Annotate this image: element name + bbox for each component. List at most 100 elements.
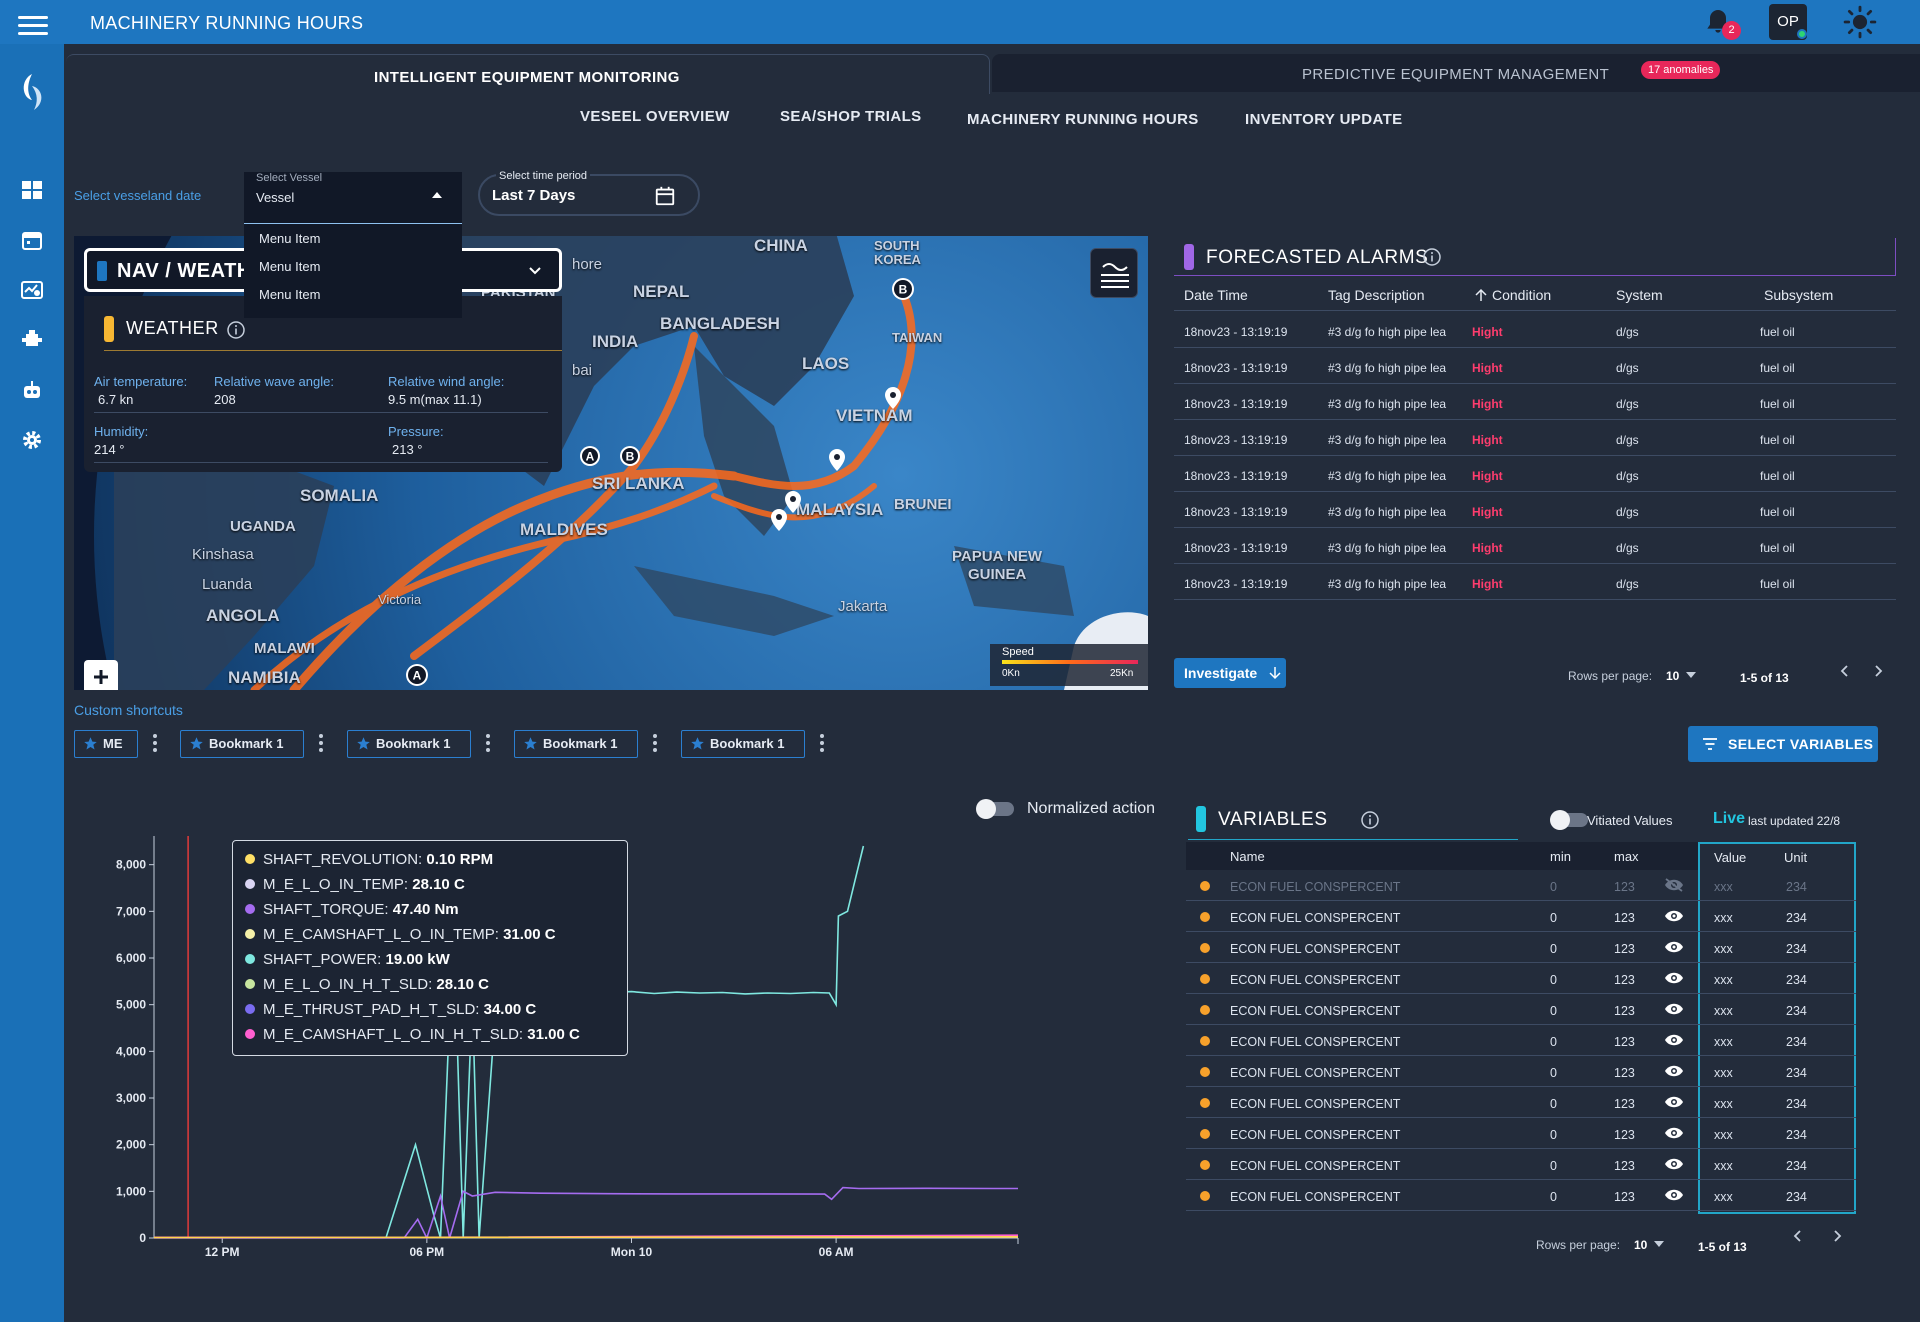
more-options-icon[interactable] (485, 734, 491, 754)
location-pin-icon[interactable] (884, 386, 902, 410)
column-header-name[interactable]: Name (1230, 849, 1265, 864)
tab-intelligent-equipment-monitoring[interactable]: INTELLIGENT EQUIPMENT MONITORING (66, 54, 990, 94)
tab-predictive-equipment-management[interactable]: PREDICTIVE EQUIPMENT MANAGEMENT (992, 54, 1920, 92)
eye-icon[interactable] (1664, 940, 1684, 954)
robot-icon[interactable] (20, 378, 44, 402)
eye-icon[interactable] (1664, 1033, 1684, 1047)
menu-item[interactable]: Menu Item (244, 226, 462, 252)
subnav-vessel-overview[interactable]: VESEEL OVERVIEW (580, 108, 730, 125)
subnav-sea-shop-trials[interactable]: SEA/SHOP TRIALS (780, 108, 922, 125)
table-row[interactable]: ECON FUEL CONSPERCENT 0 123 xxx 234 (1186, 1087, 1856, 1118)
table-row[interactable]: 18nov23 - 13:19:19 #3 d/g fo high pipe le… (1174, 312, 1896, 348)
eye-icon[interactable] (1664, 971, 1684, 985)
route-marker-a[interactable]: A (578, 444, 602, 468)
zoom-in-button[interactable] (84, 660, 118, 690)
table-row[interactable]: ECON FUEL CONSPERCENT 0 123 xxx 234 (1186, 1056, 1856, 1087)
eye-off-icon[interactable] (1664, 878, 1684, 892)
eye-icon[interactable] (1664, 1064, 1684, 1078)
tooltip-series-name: SHAFT_POWER: (263, 951, 382, 968)
table-row[interactable]: ECON FUEL CONSPERCENT 0 123 xxx 234 (1186, 1149, 1856, 1180)
menu-item[interactable]: Menu Item (244, 282, 462, 308)
normalized-action-toggle[interactable] (976, 799, 1014, 819)
info-icon[interactable] (226, 320, 246, 340)
bookmark-button[interactable]: Bookmark 1 (347, 730, 471, 758)
column-header-tag-description[interactable]: Tag Description (1328, 287, 1425, 303)
subnav-inventory-update[interactable]: INVENTORY UPDATE (1245, 111, 1403, 128)
caret-down-icon[interactable] (1654, 1241, 1664, 1249)
table-row[interactable]: ECON FUEL CONSPERCENT 0 123 xxx 234 (1186, 994, 1856, 1025)
settings-icon[interactable] (20, 428, 44, 452)
route-marker-a[interactable]: A (404, 662, 430, 688)
table-row[interactable]: 18nov23 - 13:19:19 #3 d/g fo high pipe le… (1174, 456, 1896, 492)
menu-icon[interactable] (18, 16, 48, 36)
table-row[interactable]: 18nov23 - 13:19:19 #3 d/g fo high pipe le… (1174, 420, 1896, 456)
eye-icon[interactable] (1664, 1126, 1684, 1140)
table-row[interactable]: ECON FUEL CONSPERCENT 0 123 xxx 234 (1186, 963, 1856, 994)
bookmark-button[interactable]: Bookmark 1 (514, 730, 638, 758)
eye-icon[interactable] (1664, 1095, 1684, 1109)
eye-icon[interactable] (1664, 909, 1684, 923)
eye-icon[interactable] (1664, 1157, 1684, 1171)
column-header-value[interactable]: Value (1714, 850, 1746, 865)
rows-per-page-select[interactable]: 10 (1634, 1238, 1647, 1252)
column-header-max[interactable]: max (1614, 849, 1639, 864)
column-header-date-time[interactable]: Date Time (1184, 287, 1248, 303)
rows-per-page-select[interactable]: 10 (1666, 669, 1679, 683)
table-row[interactable]: ECON FUEL CONSPERCENT 0 123 xxx 234 (1186, 1118, 1856, 1149)
more-options-icon[interactable] (819, 734, 825, 754)
chevron-left-icon[interactable] (1837, 663, 1853, 679)
location-pin-icon[interactable] (770, 508, 788, 532)
table-row[interactable]: 18nov23 - 13:19:19 #3 d/g fo high pipe le… (1174, 564, 1896, 600)
investigate-button[interactable]: Investigate (1174, 658, 1286, 688)
more-options-icon[interactable] (318, 734, 324, 754)
table-row[interactable]: 18nov23 - 13:19:19 #3 d/g fo high pipe le… (1174, 348, 1896, 384)
eye-icon[interactable] (1664, 1188, 1684, 1202)
more-options-icon[interactable] (652, 734, 658, 754)
table-row[interactable]: 18nov23 - 13:19:19 #3 d/g fo high pipe le… (1174, 384, 1896, 420)
chevron-right-icon[interactable] (1870, 663, 1886, 679)
info-icon[interactable] (1360, 810, 1380, 830)
time-period-select[interactable]: Select time period Last 7 Days (478, 170, 700, 216)
vitiated-values-toggle[interactable] (1550, 810, 1588, 830)
logo-icon[interactable] (16, 72, 48, 112)
map[interactable]: CHINA SOUTH KOREA hore NEPAL PAKISTAN IN… (74, 236, 1148, 690)
wave-layer-button[interactable] (1090, 248, 1138, 298)
location-pin-icon[interactable] (828, 448, 846, 472)
column-header-system[interactable]: System (1616, 287, 1663, 303)
table-row[interactable]: 18nov23 - 13:19:19 #3 d/g fo high pipe le… (1174, 492, 1896, 528)
tooltip-row: M_E_THRUST_PAD_H_T_SLD: 34.00 C (245, 1001, 615, 1026)
calendar-icon[interactable] (20, 228, 44, 252)
route-marker-b[interactable]: B (618, 444, 642, 468)
chevron-left-icon[interactable] (1790, 1228, 1806, 1244)
route-marker-b[interactable]: B (890, 276, 916, 302)
analytics-icon[interactable] (20, 278, 44, 302)
subnav-machinery-running-hours[interactable]: MACHINERY RUNNING HOURS (967, 111, 1199, 128)
engine-icon[interactable] (20, 328, 44, 352)
bookmark-button[interactable]: Bookmark 1 (180, 730, 304, 758)
info-icon[interactable] (1422, 247, 1442, 267)
eye-icon[interactable] (1664, 1002, 1684, 1016)
menu-item[interactable]: Menu Item (244, 254, 462, 280)
sort-arrow-up-icon[interactable] (1474, 288, 1488, 302)
table-row[interactable]: 18nov23 - 13:19:19 #3 d/g fo high pipe le… (1174, 528, 1896, 564)
more-options-icon[interactable] (152, 734, 158, 754)
table-row[interactable]: ECON FUEL CONSPERCENT 0 123 xxx 234 (1186, 1025, 1856, 1056)
select-variables-button[interactable]: SELECT VARIABLES (1688, 726, 1878, 762)
table-row[interactable]: ECON FUEL CONSPERCENT 0 123 xxx 234 (1186, 901, 1856, 932)
bookmark-button[interactable]: ME (74, 730, 138, 758)
column-header-unit[interactable]: Unit (1784, 850, 1807, 865)
table-row[interactable]: ECON FUEL CONSPERCENT 0 123 xxx 234 (1186, 932, 1856, 963)
dashboard-icon[interactable] (20, 178, 44, 202)
column-header-condition[interactable]: Condition (1492, 287, 1551, 303)
bookmark-button[interactable]: Bookmark 1 (681, 730, 805, 758)
caret-down-icon[interactable] (1686, 672, 1696, 680)
tooltip-series-name: M_E_CAMSHAFT_L_O_IN_H_T_SLD: (263, 1026, 524, 1043)
column-header-min[interactable]: min (1550, 849, 1571, 864)
theme-toggle-icon[interactable] (1843, 5, 1877, 39)
column-header-subsystem[interactable]: Subsystem (1764, 287, 1833, 303)
vessel-select[interactable]: Select Vessel Vessel (244, 172, 462, 224)
table-row[interactable]: ECON FUEL CONSPERCENT 0 123 xxx 234 (1186, 870, 1856, 901)
chevron-right-icon[interactable] (1829, 1228, 1845, 1244)
table-row[interactable]: ECON FUEL CONSPERCENT 0 123 xxx 234 (1186, 1180, 1856, 1211)
calendar-icon[interactable] (654, 185, 676, 207)
